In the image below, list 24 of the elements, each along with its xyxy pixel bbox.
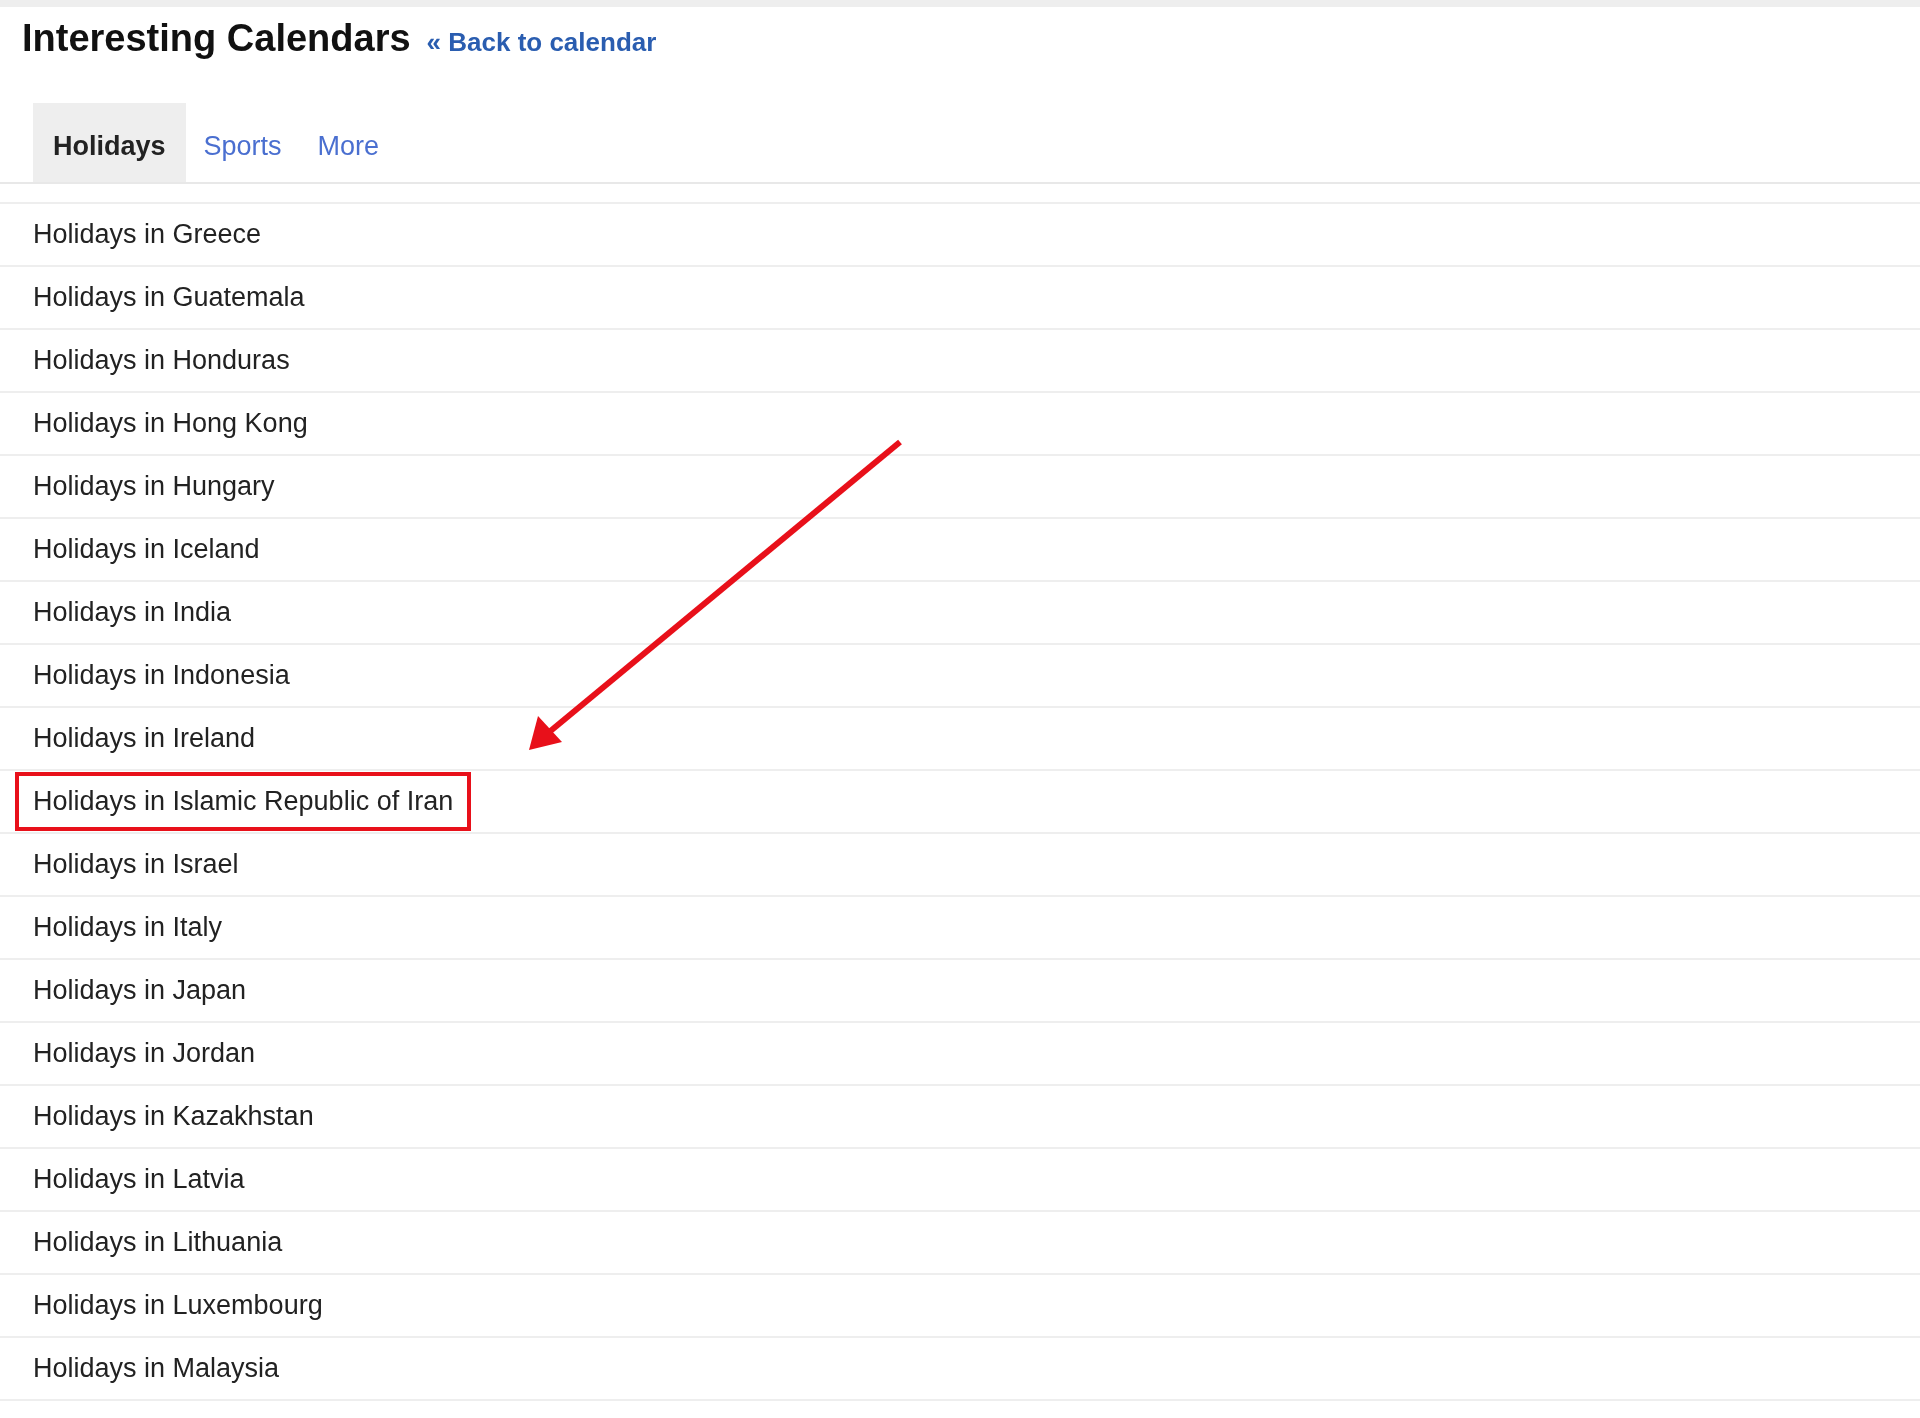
calendar-link[interactable]: Holidays in Lithuania: [15, 1213, 301, 1272]
calendar-link[interactable]: Holidays in Iceland: [15, 520, 278, 579]
calendar-link[interactable]: Holidays in Jordan: [15, 1024, 274, 1083]
tab[interactable]: More: [299, 103, 398, 182]
calendar-link[interactable]: Holidays in Ireland: [15, 709, 274, 768]
calendar-link[interactable]: Holidays in India: [15, 583, 250, 642]
calendar-link[interactable]: Holidays in Hong Kong: [15, 394, 326, 453]
back-link[interactable]: « Back to calendar: [426, 27, 657, 58]
calendar-link[interactable]: Holidays in Israel: [15, 835, 257, 894]
calendar-link[interactable]: Holidays in Italy: [15, 898, 241, 957]
calendar-link[interactable]: Holidays in Luxembourg: [15, 1276, 341, 1335]
calendar-link[interactable]: Holidays in Indonesia: [15, 646, 308, 705]
calendar-link[interactable]: Holidays in Malaysia: [15, 1339, 298, 1398]
calendar-link[interactable]: Holidays in Japan: [15, 961, 265, 1020]
highlighted-calendar-link[interactable]: Holidays in Islamic Republic of Iran: [15, 772, 472, 831]
calendar-link[interactable]: Holidays in Kazakhstan: [15, 1087, 332, 1146]
tab[interactable]: Holidays: [33, 103, 186, 182]
calendar-link[interactable]: Holidays in Guatemala: [15, 268, 323, 327]
page-title: Interesting Calendars: [22, 17, 411, 60]
calendar-link[interactable]: Holidays in Latvia: [15, 1150, 263, 1209]
calendar-link[interactable]: Holidays in Greece: [15, 205, 280, 264]
calendar-link[interactable]: Holidays in Honduras: [15, 331, 308, 390]
calendar-link[interactable]: Holidays in Hungary: [15, 457, 293, 516]
tab[interactable]: Sports: [185, 103, 300, 182]
